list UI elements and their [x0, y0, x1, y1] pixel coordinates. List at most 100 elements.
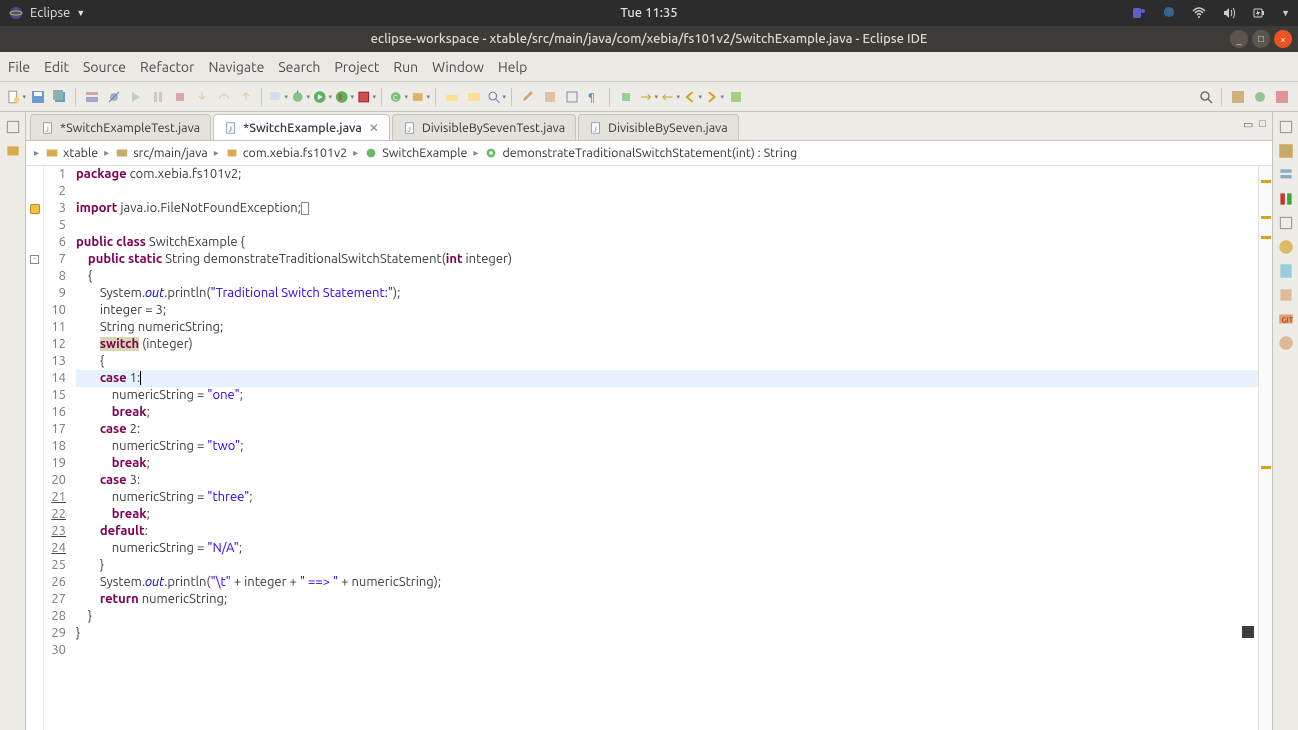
line-number[interactable]: 30: [44, 642, 66, 659]
line-number[interactable]: 22: [44, 506, 66, 523]
git-staging-icon[interactable]: GIT: [1277, 310, 1295, 328]
step-into-button[interactable]: [192, 87, 212, 107]
line-number[interactable]: 20: [44, 472, 66, 489]
task-list-icon[interactable]: [1277, 142, 1295, 160]
editor-tab[interactable]: JDivisibleBySevenTest.java: [392, 114, 576, 140]
line-number[interactable]: 10: [44, 302, 66, 319]
perspective-git-button[interactable]: [1272, 87, 1292, 107]
menu-project[interactable]: Project: [334, 59, 379, 75]
restore-icon[interactable]: [4, 118, 22, 136]
maximize-view-icon[interactable]: □: [1259, 118, 1266, 131]
code-line[interactable]: System.out.println("\t" + integer + " ==…: [76, 574, 1258, 591]
prev-annotation-button[interactable]: [660, 87, 680, 107]
task-button[interactable]: [540, 87, 560, 107]
wifi-icon[interactable]: [1191, 5, 1207, 21]
editor-tab[interactable]: J*SwitchExample.java✕: [213, 114, 390, 140]
toggle-breadcrumb-button[interactable]: [82, 87, 102, 107]
code-line[interactable]: import java.io.FileNotFoundException;: [76, 200, 1258, 217]
crumb-project[interactable]: xtable: [63, 146, 98, 160]
app-menu-caret[interactable]: ▼: [76, 8, 85, 18]
code-editor[interactable]: - 12356789101112131415161718192021222324…: [26, 166, 1272, 730]
open-type-hierarchy-button[interactable]: [442, 87, 462, 107]
menu-source[interactable]: Source: [83, 59, 126, 75]
code-line[interactable]: case 2:: [76, 421, 1258, 438]
toggle-block-selection-button[interactable]: [562, 87, 582, 107]
run-button[interactable]: [312, 87, 332, 107]
warning-marker-icon[interactable]: [30, 204, 40, 214]
menu-refactor[interactable]: Refactor: [140, 59, 194, 75]
perspective-java-button[interactable]: [1228, 87, 1248, 107]
code-line[interactable]: public static String demonstrateTraditio…: [76, 251, 1258, 268]
code-line[interactable]: numericString = "N/A";: [76, 540, 1258, 557]
terminate-button[interactable]: [170, 87, 190, 107]
package-explorer-icon[interactable]: [4, 142, 22, 160]
line-number[interactable]: 9: [44, 285, 66, 302]
code-line[interactable]: package com.xebia.fs101v2;: [76, 166, 1258, 183]
open-type-button[interactable]: [268, 87, 288, 107]
code-line[interactable]: break;: [76, 506, 1258, 523]
line-number[interactable]: 24: [44, 540, 66, 557]
line-number[interactable]: 15: [44, 387, 66, 404]
code-line[interactable]: numericString = "three";: [76, 489, 1258, 506]
code-line[interactable]: case 3:: [76, 472, 1258, 489]
line-number[interactable]: 7: [44, 251, 66, 268]
code-line[interactable]: [76, 183, 1258, 200]
crumb-class[interactable]: SwitchExample: [382, 146, 467, 160]
line-number[interactable]: 16: [44, 404, 66, 421]
crumb-srcfolder[interactable]: src/main/java: [133, 146, 208, 160]
window-maximize-button[interactable]: □: [1252, 30, 1270, 48]
postgres-icon[interactable]: [1161, 5, 1177, 21]
perspective-debug-button[interactable]: [1250, 87, 1270, 107]
code-line[interactable]: {: [76, 268, 1258, 285]
fold-toggle-icon[interactable]: -: [30, 255, 39, 264]
line-number[interactable]: 23: [44, 523, 66, 540]
code-line[interactable]: {: [76, 353, 1258, 370]
minimize-view-icon[interactable]: ▭: [1243, 118, 1253, 131]
volume-icon[interactable]: [1221, 5, 1237, 21]
debug-button[interactable]: [290, 87, 310, 107]
outline-icon[interactable]: [1277, 166, 1295, 184]
edit-button[interactable]: [518, 87, 538, 107]
menu-file[interactable]: File: [8, 59, 30, 75]
line-number[interactable]: 6: [44, 234, 66, 251]
editor-tab[interactable]: J*SwitchExampleTest.java: [30, 114, 211, 140]
menu-window[interactable]: Window: [432, 59, 484, 75]
line-number[interactable]: 8: [44, 268, 66, 285]
close-tab-icon[interactable]: ✕: [369, 121, 379, 135]
topbar-clock[interactable]: Tue 11:35: [620, 6, 677, 20]
quick-access-button[interactable]: [1196, 87, 1216, 107]
save-button[interactable]: [28, 87, 48, 107]
suspend-button[interactable]: [148, 87, 168, 107]
breadcrumb[interactable]: ▸ xtable ▸ src/main/java ▸ com.xebia.fs1…: [26, 140, 1272, 166]
menu-search[interactable]: Search: [278, 59, 320, 75]
line-number[interactable]: 12: [44, 336, 66, 353]
new-button[interactable]: [6, 87, 26, 107]
line-number[interactable]: 3: [44, 200, 66, 217]
line-number[interactable]: 11: [44, 319, 66, 336]
line-number[interactable]: 5: [44, 217, 66, 234]
resume-button[interactable]: [126, 87, 146, 107]
declaration-icon[interactable]: [1277, 286, 1295, 304]
step-over-button[interactable]: [214, 87, 234, 107]
teams-icon[interactable]: [1131, 5, 1147, 21]
external-tools-button[interactable]: [356, 87, 376, 107]
line-number[interactable]: 26: [44, 574, 66, 591]
code-line[interactable]: public class SwitchExample {: [76, 234, 1258, 251]
code-line[interactable]: case 1:: [76, 370, 1258, 387]
code-line[interactable]: break;: [76, 404, 1258, 421]
line-number[interactable]: 29: [44, 625, 66, 642]
restore-icon[interactable]: [1277, 118, 1295, 136]
line-number[interactable]: 28: [44, 608, 66, 625]
code-line[interactable]: String numericString;: [76, 319, 1258, 336]
menu-edit[interactable]: Edit: [44, 59, 69, 75]
line-number[interactable]: 17: [44, 421, 66, 438]
code-line[interactable]: numericString = "one";: [76, 387, 1258, 404]
menu-help[interactable]: Help: [498, 59, 527, 75]
line-number[interactable]: 27: [44, 591, 66, 608]
code-line[interactable]: break;: [76, 455, 1258, 472]
code-line[interactable]: }: [76, 608, 1258, 625]
step-return-button[interactable]: [236, 87, 256, 107]
skip-breakpoints-button[interactable]: [104, 87, 124, 107]
new-package-button[interactable]: [410, 87, 430, 107]
back-button[interactable]: [682, 87, 702, 107]
